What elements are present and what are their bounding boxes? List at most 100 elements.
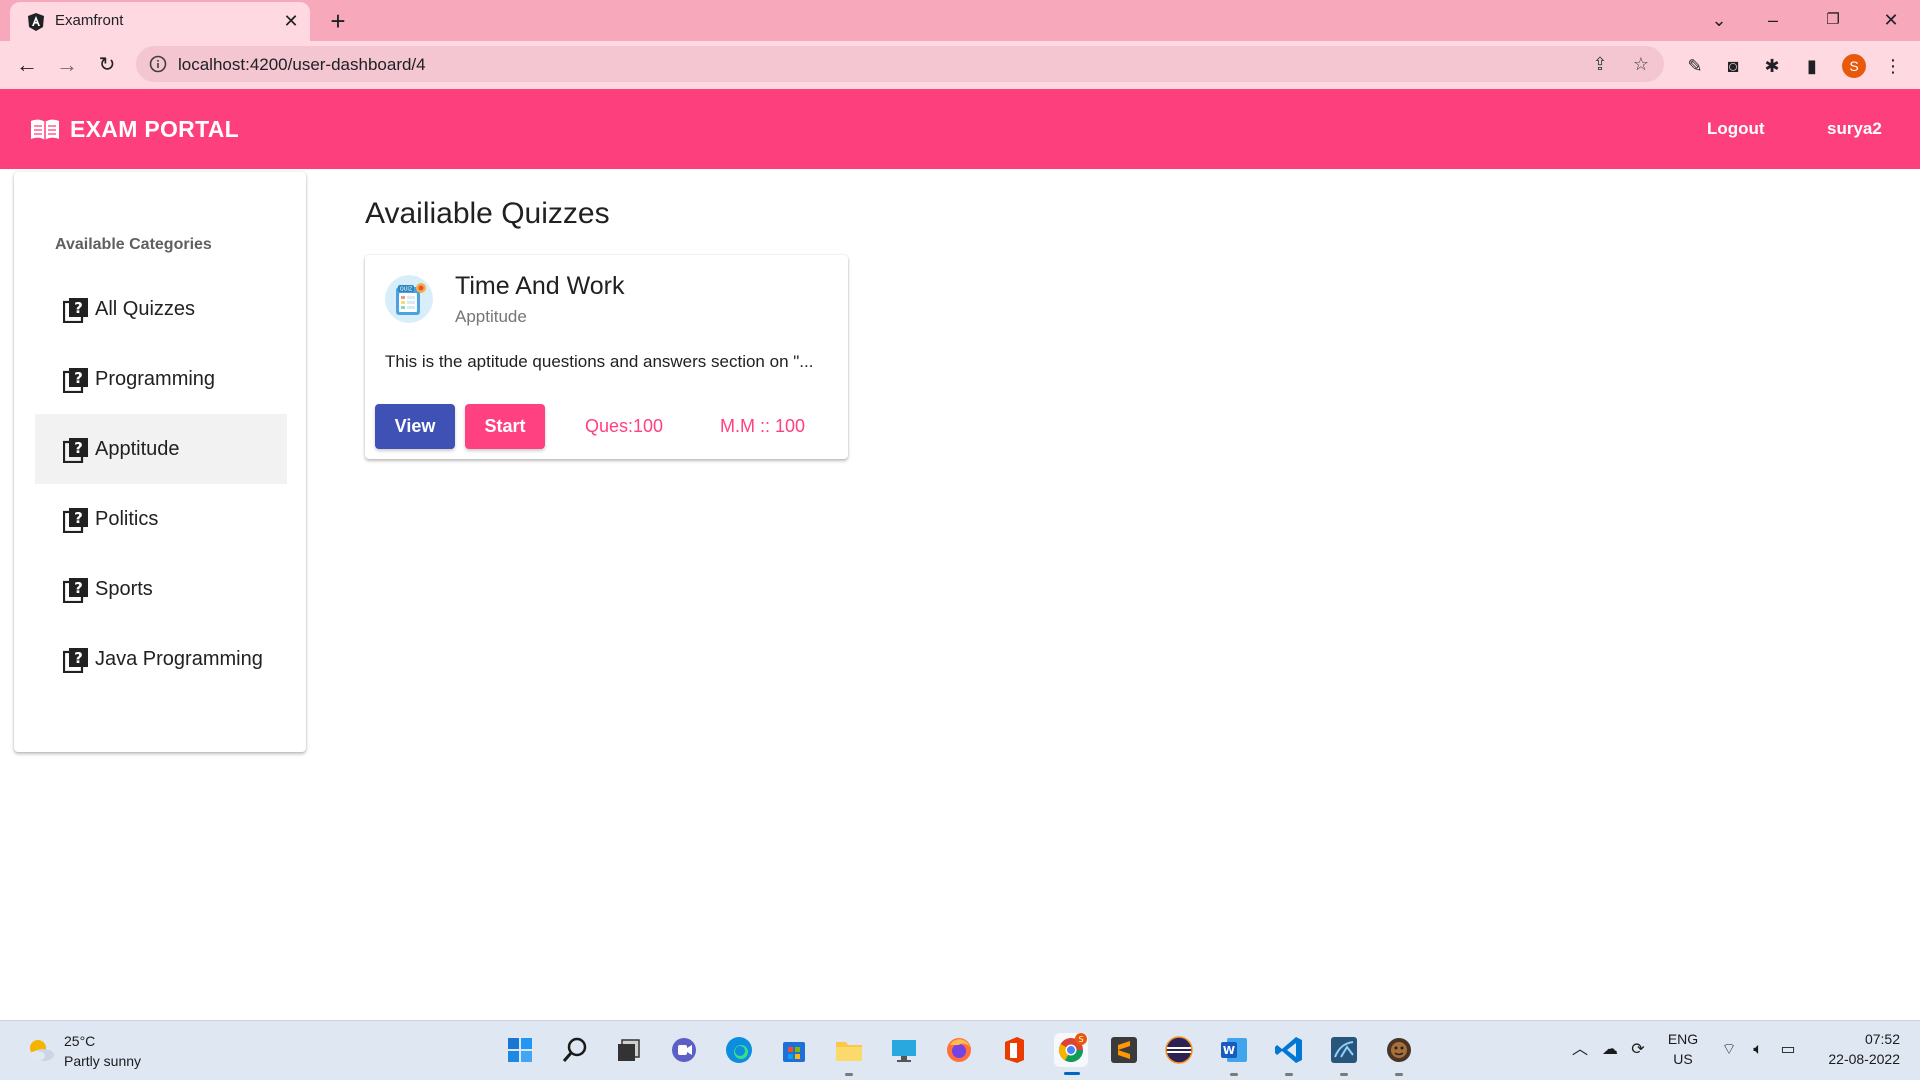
quiz-icon: ? bbox=[63, 578, 88, 603]
share-icon[interactable]: ⇪ bbox=[1589, 53, 1611, 75]
angular-icon bbox=[28, 13, 44, 31]
volume-icon[interactable]: 🔈︎ bbox=[1748, 1040, 1768, 1060]
url-text: localhost:4200/user-dashboard/4 bbox=[178, 55, 426, 74]
weather-description: Partly sunny bbox=[64, 1053, 142, 1069]
max-marks[interactable]: M.M :: 100 bbox=[720, 416, 805, 437]
partly-sunny-icon[interactable] bbox=[24, 1035, 56, 1063]
close-window-icon[interactable]: ✕ bbox=[1876, 6, 1906, 34]
region-indicator[interactable]: US bbox=[1665, 1051, 1701, 1067]
mysql-workbench-icon[interactable] bbox=[1327, 1033, 1361, 1076]
file-explorer-icon[interactable] bbox=[832, 1033, 866, 1076]
quiz-card: QUIZ Time And Work Apptitude This is the… bbox=[365, 255, 848, 459]
vscode-icon[interactable] bbox=[1272, 1033, 1306, 1076]
sidebar-item-label: Programming bbox=[95, 368, 216, 390]
page-title: Availiable Quizzes bbox=[365, 197, 610, 230]
quiz-icon: ? bbox=[63, 648, 88, 673]
svg-text:?: ? bbox=[74, 369, 83, 387]
sidebar-item-apptitude[interactable]: ? Apptitude bbox=[35, 414, 287, 484]
browser-tab[interactable]: Examfront ✕ bbox=[10, 2, 310, 41]
sidebar-item-politics[interactable]: ? Politics bbox=[35, 484, 287, 554]
clock-time[interactable]: 07:52 bbox=[1850, 1031, 1900, 1047]
svg-text:?: ? bbox=[74, 299, 83, 317]
edge-browser-icon[interactable] bbox=[722, 1033, 756, 1067]
sidebar-item-all-quizzes[interactable]: ? All Quizzes bbox=[35, 274, 287, 344]
chrome-icon[interactable]: S bbox=[1054, 1033, 1088, 1075]
browser-toolbar: ← → ↻ localhost:4200/user-dashboard/4 ⇪ … bbox=[0, 41, 1920, 89]
chrome-profile-badge: S bbox=[1078, 1035, 1083, 1044]
forward-icon[interactable]: → bbox=[52, 50, 82, 80]
sidebar-item-label: All Quizzes bbox=[95, 298, 196, 320]
site-info-icon[interactable] bbox=[148, 54, 168, 74]
tab-search-icon[interactable]: ⌄ bbox=[1704, 6, 1734, 34]
teams-chat-icon[interactable] bbox=[667, 1033, 701, 1067]
onedrive-cloud-icon[interactable]: ☁ bbox=[1600, 1040, 1620, 1060]
start-quiz-button[interactable]: Start bbox=[465, 404, 545, 449]
microsoft-store-icon[interactable] bbox=[777, 1033, 811, 1067]
bookmark-star-icon[interactable]: ☆ bbox=[1630, 53, 1652, 75]
sidebar-item-label: Java Programming bbox=[95, 648, 263, 670]
weather-temperature: 25°C bbox=[64, 1033, 96, 1049]
windows-taskbar: 25°C Partly sunny S W ︿ ☁ ⟳ ENG US ⌔ 🔈︎ … bbox=[0, 1020, 1920, 1080]
logout-button[interactable]: Logout bbox=[1707, 119, 1765, 139]
question-count[interactable]: Ques:100 bbox=[585, 416, 663, 437]
svg-text:W: W bbox=[1223, 1044, 1235, 1057]
sidebar-item-java-programming[interactable]: ? Java Programming bbox=[35, 624, 287, 694]
extension-pen-icon[interactable]: ✎ bbox=[1684, 55, 1706, 77]
category-sidebar: Available Categories ? All Quizzes ? Pro… bbox=[14, 172, 306, 752]
view-quiz-button[interactable]: View bbox=[375, 404, 455, 449]
chevron-up-icon[interactable]: ︿ bbox=[1570, 1040, 1590, 1060]
task-view-icon[interactable] bbox=[612, 1033, 646, 1067]
quiz-avatar-icon: QUIZ bbox=[385, 275, 433, 323]
search-icon[interactable] bbox=[558, 1033, 592, 1067]
close-tab-icon[interactable]: ✕ bbox=[280, 10, 302, 32]
address-bar[interactable]: localhost:4200/user-dashboard/4 ⇪ ☆ bbox=[136, 46, 1664, 82]
svg-text:QUIZ: QUIZ bbox=[400, 287, 413, 293]
extension-glasses-icon[interactable]: ◙ bbox=[1722, 55, 1744, 77]
svg-text:?: ? bbox=[74, 509, 83, 527]
quiz-icon: ? bbox=[63, 438, 88, 463]
side-panel-icon[interactable]: ▮ bbox=[1801, 55, 1823, 77]
clock-date[interactable]: 22-08-2022 bbox=[1810, 1051, 1900, 1067]
battery-icon[interactable]: ▭ bbox=[1778, 1040, 1798, 1060]
quiz-icon: ? bbox=[63, 368, 88, 393]
app-header: EXAM PORTAL Logout surya2 bbox=[0, 89, 1920, 169]
book-icon bbox=[31, 119, 59, 140]
tab-title: Examfront bbox=[55, 12, 124, 29]
username-link[interactable]: surya2 bbox=[1827, 119, 1882, 139]
new-tab-icon[interactable]: + bbox=[324, 7, 352, 35]
browser-tab-strip: Examfront ✕ + ⌄ – ❐ ✕ bbox=[0, 0, 1920, 41]
sidebar-item-programming[interactable]: ? Programming bbox=[35, 344, 287, 414]
quiz-category: Apptitude bbox=[455, 307, 527, 326]
back-icon[interactable]: ← bbox=[12, 50, 42, 80]
sync-icon[interactable]: ⟳ bbox=[1628, 1040, 1648, 1060]
svg-text:?: ? bbox=[74, 649, 83, 667]
word-icon[interactable]: W bbox=[1217, 1033, 1251, 1076]
brand-title[interactable]: EXAM PORTAL bbox=[70, 116, 239, 143]
eclipse-icon[interactable] bbox=[1162, 1033, 1196, 1067]
quiz-icon: ? bbox=[63, 298, 88, 323]
extensions-puzzle-icon[interactable]: ✱ bbox=[1761, 55, 1783, 77]
quiz-icon: ? bbox=[63, 508, 88, 533]
sidebar-item-label: Politics bbox=[95, 508, 159, 530]
sublime-text-icon[interactable] bbox=[1107, 1033, 1141, 1067]
game-launcher-icon[interactable] bbox=[1382, 1033, 1416, 1076]
svg-text:?: ? bbox=[74, 579, 83, 597]
minimize-icon[interactable]: – bbox=[1758, 6, 1788, 34]
reload-icon[interactable]: ↻ bbox=[92, 50, 122, 80]
browser-menu-icon[interactable]: ⋮ bbox=[1882, 55, 1904, 77]
remote-desktop-icon[interactable] bbox=[887, 1033, 921, 1067]
firefox-icon[interactable] bbox=[942, 1033, 976, 1067]
svg-text:?: ? bbox=[74, 439, 83, 457]
windows-start-icon[interactable] bbox=[503, 1033, 537, 1067]
wifi-icon[interactable]: ⌔ bbox=[1719, 1040, 1739, 1060]
quiz-description: This is the aptitude questions and answe… bbox=[385, 352, 814, 371]
sidebar-item-sports[interactable]: ? Sports bbox=[35, 554, 287, 624]
restore-icon[interactable]: ❐ bbox=[1818, 6, 1848, 34]
language-indicator[interactable]: ENG bbox=[1665, 1031, 1701, 1047]
profile-avatar[interactable]: S bbox=[1842, 54, 1866, 78]
sidebar-item-label: Apptitude bbox=[95, 438, 180, 460]
office-icon[interactable] bbox=[997, 1033, 1031, 1067]
sidebar-item-label: Sports bbox=[95, 578, 153, 600]
quiz-title: Time And Work bbox=[455, 272, 625, 300]
sidebar-heading: Available Categories bbox=[55, 236, 212, 253]
